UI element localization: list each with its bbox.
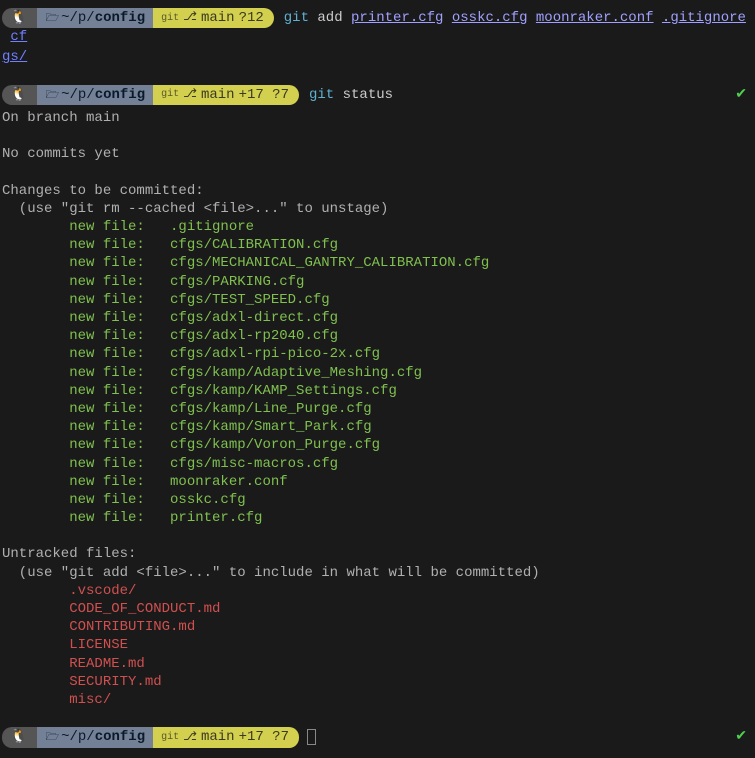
git-file-arg-wrap[interactable]: gs/ [2, 49, 27, 65]
staged-file: new file: moonraker.conf [2, 473, 753, 491]
staged-file: new file: cfgs/PARKING.cfg [2, 273, 753, 291]
path-segment: ~/p/config [37, 85, 153, 105]
blank-line [2, 164, 753, 182]
check-icon: ✔ [735, 728, 747, 746]
penguin-icon: 🐧 [10, 728, 27, 746]
untracked-file: README.md [2, 655, 753, 673]
output-line: On branch main [2, 109, 753, 127]
untracked-file: CONTRIBUTING.md [2, 618, 753, 636]
untracked-list: .vscode/ CODE_OF_CONDUCT.md CONTRIBUTING… [2, 582, 753, 709]
git-file-arg[interactable]: printer.cfg [351, 9, 443, 27]
prompt-line-1: 🐧 ~/p/config git ⎇main?12 git add printer.c… [2, 8, 753, 46]
folder-icon [45, 9, 61, 27]
output-line: No commits yet [2, 145, 753, 163]
cursor[interactable] [307, 729, 316, 745]
staged-file: new file: cfgs/adxl-direct.cfg [2, 309, 753, 327]
git-arg[interactable]: add [317, 9, 342, 27]
staged-list: new file: .gitignore new file: cfgs/CALI… [2, 218, 753, 527]
branch-segment: git ⎇main+17 ?7 [153, 85, 299, 105]
staged-file: new file: cfgs/kamp/Voron_Purge.cfg [2, 436, 753, 454]
penguin-icon: 🐧 [10, 9, 27, 27]
blank-line [2, 527, 753, 545]
branch-icon: ⎇ [183, 730, 197, 746]
untracked-file: CODE_OF_CONDUCT.md [2, 600, 753, 618]
staged-file: new file: .gitignore [2, 218, 753, 236]
branch-status: +17 ?7 [239, 86, 289, 104]
staged-file: new file: cfgs/kamp/Adaptive_Meshing.cfg [2, 364, 753, 382]
os-segment: 🐧 [2, 85, 37, 105]
staged-file: new file: cfgs/kamp/Smart_Park.cfg [2, 418, 753, 436]
staged-file: new file: cfgs/kamp/Line_Purge.cfg [2, 400, 753, 418]
folder-icon [45, 86, 61, 104]
branch-segment: git ⎇main?12 [153, 8, 274, 28]
path-dir: config [95, 86, 145, 104]
branch-status: +17 ?7 [239, 728, 289, 746]
path-prefix: ~/p/ [61, 9, 95, 27]
git-file-arg-wrap[interactable]: cf [10, 28, 27, 46]
changes-hint: (use "git rm --cached <file>..." to unst… [2, 200, 753, 218]
branch-segment: git ⎇main+17 ?7 [153, 727, 299, 747]
git-label: git [161, 88, 179, 101]
staged-file: new file: cfgs/TEST_SPEED.cfg [2, 291, 753, 309]
os-segment: 🐧 [2, 727, 37, 747]
staged-file: new file: cfgs/CALIBRATION.cfg [2, 236, 753, 254]
git-file-arg[interactable]: .gitignore [662, 9, 746, 27]
git-file-arg[interactable]: moonraker.conf [536, 9, 654, 27]
penguin-icon: 🐧 [10, 86, 27, 104]
prompt-line-1-wrap: gs/ [2, 48, 753, 66]
blank-line [2, 67, 753, 85]
changes-header: Changes to be committed: [2, 182, 753, 200]
blank-line [2, 709, 753, 727]
git-command[interactable]: git [284, 9, 309, 27]
branch-name: main [201, 86, 235, 104]
path-dir: config [95, 9, 145, 27]
untracked-file: LICENSE [2, 636, 753, 654]
path-prefix: ~/p/ [61, 86, 95, 104]
untracked-header: Untracked files: [2, 545, 753, 563]
staged-file: new file: cfgs/adxl-rp2040.cfg [2, 327, 753, 345]
branch-name: main [201, 9, 235, 27]
branch-status: ?12 [239, 9, 264, 27]
staged-file: new file: cfgs/kamp/KAMP_Settings.cfg [2, 382, 753, 400]
git-arg[interactable]: status [343, 86, 393, 104]
staged-file: new file: osskc.cfg [2, 491, 753, 509]
untracked-file: misc/ [2, 691, 753, 709]
untracked-file: .vscode/ [2, 582, 753, 600]
branch-icon: ⎇ [183, 87, 197, 103]
prompt-line-3[interactable]: 🐧 ~/p/config git ⎇main+17 ?7 ✔ [2, 727, 753, 747]
git-label: git [161, 12, 179, 25]
check-icon: ✔ [735, 86, 747, 104]
git-file-arg[interactable]: osskc.cfg [452, 9, 528, 27]
staged-file: new file: printer.cfg [2, 509, 753, 527]
staged-file: new file: cfgs/adxl-rpi-pico-2x.cfg [2, 345, 753, 363]
folder-icon [45, 728, 61, 746]
branch-icon: ⎇ [183, 10, 197, 26]
git-status-output: On branch main No commits yet Changes to… [2, 109, 753, 709]
os-segment: 🐧 [2, 8, 37, 28]
untracked-file: SECURITY.md [2, 673, 753, 691]
git-label: git [161, 731, 179, 744]
path-segment: ~/p/config [37, 727, 153, 747]
prompt-line-2: 🐧 ~/p/config git ⎇main+17 ?7 git status ✔ [2, 85, 753, 105]
path-segment: ~/p/config [37, 8, 153, 28]
staged-file: new file: cfgs/misc-macros.cfg [2, 455, 753, 473]
blank-line [2, 127, 753, 145]
staged-file: new file: cfgs/MECHANICAL_GANTRY_CALIBRA… [2, 254, 753, 272]
branch-name: main [201, 728, 235, 746]
untracked-hint: (use "git add <file>..." to include in w… [2, 564, 753, 582]
git-command[interactable]: git [309, 86, 334, 104]
path-prefix: ~/p/ [61, 728, 95, 746]
path-dir: config [95, 728, 145, 746]
